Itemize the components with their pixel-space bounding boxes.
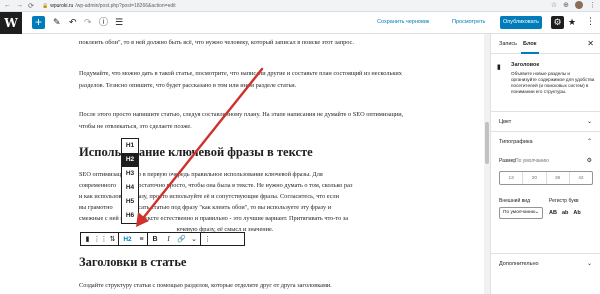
bookmark-star-icon[interactable]: ☆ [551, 1, 557, 9]
sidebar-tabs: Запись Блок ✕ [491, 34, 600, 54]
preview-button[interactable]: Просмотреть [452, 19, 485, 25]
bold-icon[interactable]: B [148, 233, 162, 245]
chevron-up-icon[interactable]: ⌃ [587, 138, 592, 145]
redo-icon[interactable]: ↷ [84, 17, 92, 28]
block-options-icon[interactable]: ⋮ [201, 233, 214, 245]
browser-actions: ☆ ⊕ ⋮ [551, 1, 596, 9]
chevron-down-icon: ⌄ [586, 119, 592, 125]
custom-size-icon[interactable]: ⚙ [587, 157, 592, 164]
chevron-down-icon: ⌄ [586, 261, 592, 267]
paragraph-block[interactable]: Подумайте, что можно дать в такой статье… [79, 68, 409, 91]
publish-button[interactable]: Опубликовать [500, 16, 542, 29]
tab-block[interactable]: Блок [523, 41, 537, 47]
heading-level-h3[interactable]: H3 [122, 167, 138, 181]
editor-top-toolbar: W + ✎ ↶ ↷ ⓘ ☰ Сохранить черновик Просмот… [0, 12, 600, 34]
letter-case-buttons: AB ab Ab [549, 207, 581, 219]
save-draft-button[interactable]: Сохранить черновик [377, 19, 429, 25]
address-bar[interactable]: 🔒 wpuroki.ru/wp-admin/post.php?post=1826… [42, 3, 176, 9]
forward-icon[interactable]: → [16, 2, 23, 10]
block-card-description: Объявите новые разделы и организуйте сод… [511, 71, 595, 94]
typography-panel: Типографика ⌃ Размер По умолчанию ⚙ 13 2… [491, 132, 600, 254]
more-options-icon[interactable]: ⋮ [586, 16, 595, 27]
close-icon[interactable]: ✕ [587, 39, 594, 48]
browser-menu-icon[interactable]: ⋮ [589, 1, 596, 9]
info-icon[interactable]: ⓘ [99, 17, 108, 28]
italic-icon[interactable]: I [162, 233, 175, 245]
color-panel[interactable]: Цвет ⌄ [491, 112, 600, 132]
font-size-picker: 13 20 36 42 [499, 171, 593, 185]
color-panel-title: Цвет [499, 119, 512, 125]
additional-panel-title: Дополнительно [499, 261, 539, 267]
wordpress-logo[interactable]: W [0, 12, 22, 34]
settings-gear-icon[interactable]: ⚙ [551, 16, 564, 29]
back-icon[interactable]: ← [4, 2, 11, 10]
align-icon[interactable]: ≡ [136, 233, 147, 245]
tab-post[interactable]: Запись [499, 41, 517, 47]
font-size-label: Размер [499, 158, 517, 164]
font-size-option[interactable]: 13 [500, 172, 524, 184]
additional-panel[interactable]: Дополнительно ⌄ [491, 254, 600, 274]
reload-icon[interactable]: ⟳ [28, 2, 34, 10]
font-size-option[interactable]: 36 [547, 172, 570, 184]
bookmark-icon[interactable]: ▮ [81, 233, 94, 245]
paragraph-block[interactable]: поклеить обои", то в ней должно быть всё… [79, 37, 409, 49]
font-size-option[interactable]: 20 [523, 172, 547, 184]
bookmark-icon: ▮ [497, 64, 501, 71]
heading-level-button[interactable]: H2 [119, 233, 136, 245]
link-icon[interactable]: 🔗 [175, 233, 188, 245]
profile-avatar[interactable] [575, 1, 583, 9]
uppercase-button[interactable]: AB [549, 207, 557, 219]
appearance-label: Внешний вид [499, 198, 530, 204]
move-arrows-icon[interactable]: ⇅ [107, 233, 118, 245]
scrollbar-thumb[interactable] [485, 122, 489, 164]
paragraph-block[interactable]: После этого просто напишите статью, след… [79, 109, 409, 132]
appearance-value: По умолчанию [503, 210, 536, 215]
capitalize-button[interactable]: Ab [573, 207, 580, 219]
appearance-select[interactable]: По умолчанию ⌄ [499, 207, 543, 219]
chevron-down-icon: ⌄ [534, 210, 539, 215]
settings-sidebar: Запись Блок ✕ ▮ Заголовок Объявите новые… [490, 34, 600, 294]
lock-icon: 🔒 [42, 2, 49, 9]
heading-level-h6[interactable]: H6 [122, 209, 138, 223]
editor-canvas: поклеить обои", то в ней должно быть всё… [0, 34, 484, 294]
typography-panel-title[interactable]: Типографика [499, 139, 533, 145]
heading-level-menu: H1 H2 H3 H4 H5 H6 [121, 138, 139, 224]
heading-level-h1[interactable]: H1 [122, 139, 138, 153]
block-card: ▮ Заголовок Объявите новые разделы и орг… [491, 54, 600, 112]
more-formats-icon[interactable]: ⌄ [188, 233, 200, 245]
block-card-title: Заголовок [511, 62, 540, 68]
plugin-star-icon[interactable]: ★ [568, 17, 576, 28]
pencil-icon[interactable]: ✎ [53, 17, 61, 28]
browser-bar: ← → ⟳ 🔒 wpuroki.ru/wp-admin/post.php?pos… [0, 0, 600, 12]
heading-level-h5[interactable]: H5 [122, 195, 138, 209]
url-path: /wp-admin/post.php?post=18266&action=edi… [75, 2, 176, 9]
undo-icon[interactable]: ↶ [69, 17, 77, 28]
browser-nav: ← → ⟳ [0, 2, 40, 10]
add-block-button[interactable]: + [32, 16, 45, 29]
heading-level-h2[interactable]: H2 [122, 153, 138, 167]
url-host: wpuroki.ru [50, 2, 74, 9]
heading-block[interactable]: Заголовки в статье [79, 255, 186, 270]
font-size-option[interactable]: 42 [570, 172, 592, 184]
letter-case-label: Регистр букв [549, 198, 579, 204]
extension-icon[interactable]: ⊕ [563, 1, 569, 9]
lowercase-button[interactable]: ab [562, 207, 568, 219]
drag-handle-icon[interactable]: ⋮⋮ [94, 233, 108, 245]
block-toolbar: ▮ ⋮⋮ ⇅ H2 ≡ B I 🔗 ⌄ ⋮ [80, 232, 245, 246]
list-view-icon[interactable]: ☰ [115, 17, 123, 28]
heading-level-h4[interactable]: H4 [122, 181, 138, 195]
paragraph-block[interactable]: Создайте структуру статьи с помощью разд… [79, 280, 409, 292]
font-size-default: По умолчанию [515, 158, 549, 164]
heading-block[interactable]: Использование ключевой фразы в тексте [79, 145, 313, 160]
